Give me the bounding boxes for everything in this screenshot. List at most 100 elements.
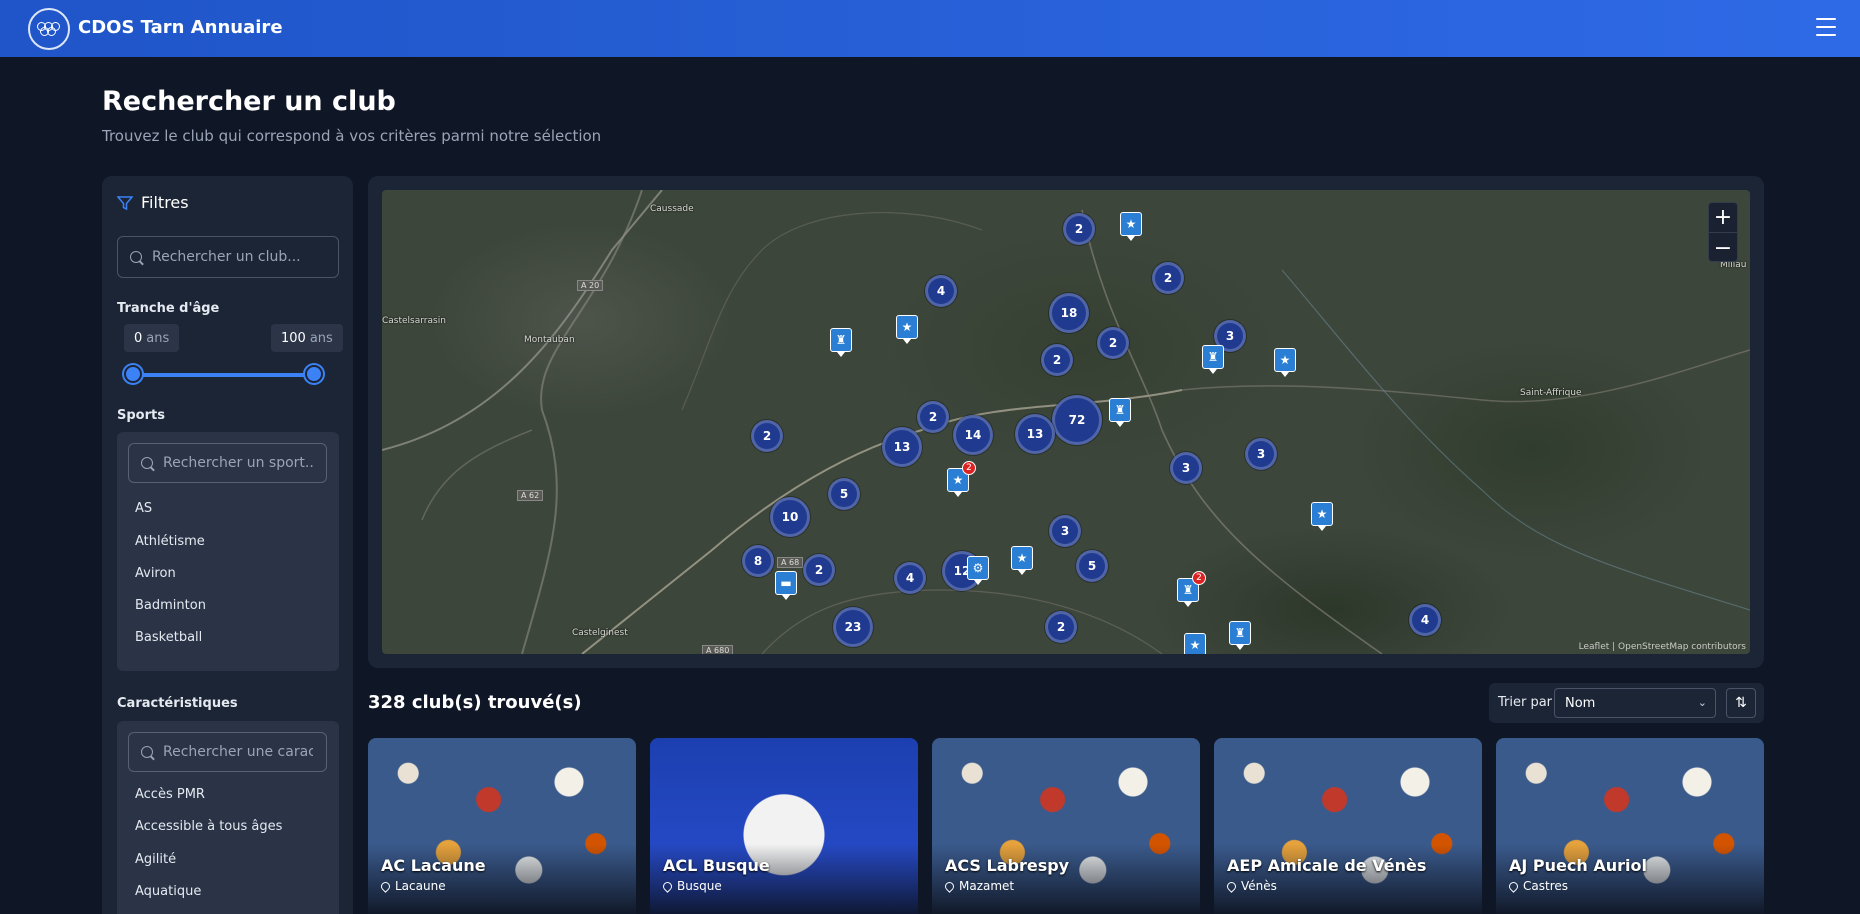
- cdos-logo[interactable]: [28, 8, 70, 50]
- cluster-marker[interactable]: 23: [833, 607, 873, 647]
- sort-direction-icon[interactable]: ⇅: [1726, 688, 1756, 718]
- cluster-marker[interactable]: 5: [828, 478, 860, 510]
- sport-option[interactable]: Aviron: [135, 566, 176, 581]
- location-pin-icon: [661, 879, 674, 893]
- age-range-label: Tranche d'âge: [117, 301, 220, 316]
- map-attribution[interactable]: Leaflet | OpenStreetMap contributors: [1579, 642, 1746, 652]
- filter-icon: [117, 195, 133, 210]
- age-max-unit: ans: [309, 330, 333, 346]
- cluster-marker[interactable]: 18: [1049, 293, 1089, 333]
- search-icon: [130, 251, 142, 263]
- club-city: Busque: [677, 879, 722, 893]
- location-pin-icon: [943, 879, 956, 893]
- running-pin-icon[interactable]: ★: [1274, 348, 1296, 377]
- club-card[interactable]: ACL Busque Busque: [650, 738, 918, 914]
- cycling-pin-icon[interactable]: ⚙: [967, 556, 989, 585]
- cluster-marker[interactable]: 3: [1170, 452, 1202, 484]
- hamburger-menu-icon[interactable]: [1816, 18, 1836, 36]
- feature-option[interactable]: Aquatique: [135, 884, 201, 899]
- club-card[interactable]: AC Lacaune Lacaune: [368, 738, 636, 914]
- running-pin-icon[interactable]: ★: [1311, 502, 1333, 531]
- age-slider-min-thumb[interactable]: [124, 365, 142, 383]
- bench-pin-icon[interactable]: ▬: [775, 571, 797, 600]
- sport-option[interactable]: Athlétisme: [135, 534, 205, 549]
- feature-option[interactable]: Accès PMR: [135, 787, 205, 802]
- age-max-chip: 100 ans: [271, 324, 343, 352]
- search-icon: [141, 457, 153, 469]
- cluster-marker[interactable]: 2: [1063, 213, 1095, 245]
- club-card[interactable]: AJ Puech Auriol Castres: [1496, 738, 1764, 914]
- cluster-marker[interactable]: 5: [1076, 550, 1108, 582]
- sport-search-field[interactable]: [128, 443, 327, 483]
- cluster-marker[interactable]: 4: [894, 562, 926, 594]
- feature-search-field[interactable]: [128, 732, 327, 772]
- club-location: Vénès: [1225, 879, 1277, 893]
- zoom-in-button[interactable]: +: [1709, 203, 1737, 233]
- running-pin-icon[interactable]: ★: [1011, 546, 1033, 575]
- club-card[interactable]: AEP Amicale de Vénès Vénès: [1214, 738, 1482, 914]
- club-location: Busque: [661, 879, 722, 893]
- age-min-chip: 0 ans: [124, 324, 180, 352]
- sport-option[interactable]: Basketball: [135, 630, 202, 645]
- cluster-marker[interactable]: 13: [1015, 414, 1055, 454]
- sort-bar: Trier par Nom ⌄ ⇅: [1489, 683, 1764, 723]
- results-count: 328 club(s) trouvé(s): [368, 692, 582, 713]
- clubs-map[interactable]: Caussade Montauban Castelginest Millau S…: [382, 190, 1750, 654]
- trophy-pin-icon[interactable]: ♜: [830, 328, 852, 357]
- cluster-marker[interactable]: 3: [1049, 515, 1081, 547]
- search-icon: [141, 746, 153, 758]
- sport-option[interactable]: Badminton: [135, 598, 206, 613]
- town-label: Caussade: [650, 204, 694, 214]
- trophy-pin-icon[interactable]: ♜: [1202, 345, 1224, 374]
- map-panel: Caussade Montauban Castelginest Millau S…: [368, 176, 1764, 668]
- running-pin-icon[interactable]: ★: [1184, 633, 1206, 654]
- town-label: Castelginest: [572, 628, 628, 638]
- trophy-pin-icon[interactable]: ♜: [1229, 621, 1251, 650]
- age-slider-max-thumb[interactable]: [305, 365, 323, 383]
- cluster-marker[interactable]: 3: [1245, 438, 1277, 470]
- pin-count-badge: 2: [962, 461, 976, 475]
- filters-panel: Filtres Tranche d'âge 0 ans 100 ans Spor…: [102, 176, 353, 914]
- zoom-out-button[interactable]: −: [1709, 233, 1737, 263]
- feature-option[interactable]: Agilité: [135, 852, 176, 867]
- running-pin-icon[interactable]: ★: [896, 315, 918, 344]
- cluster-marker[interactable]: 4: [1409, 604, 1441, 636]
- location-pin-icon: [379, 879, 392, 893]
- trophy-pin-icon[interactable]: ♜ 2: [1177, 571, 1206, 607]
- club-name: ACS Labrespy: [945, 856, 1070, 875]
- club-name: AJ Puech Auriol: [1509, 856, 1647, 875]
- cluster-marker[interactable]: 2: [751, 420, 783, 452]
- club-card[interactable]: ACS Labrespy Mazamet: [932, 738, 1200, 914]
- brand-title[interactable]: CDOS Tarn Annuaire: [78, 17, 283, 38]
- cluster-marker[interactable]: 13: [882, 427, 922, 467]
- cluster-marker[interactable]: 2: [1097, 327, 1129, 359]
- sport-search-input[interactable]: [163, 455, 313, 471]
- trophy-pin-icon[interactable]: ♜: [1109, 398, 1131, 427]
- club-city: Vénès: [1241, 879, 1277, 893]
- road-label: A 20: [577, 280, 604, 291]
- club-name: ACL Busque: [663, 856, 770, 875]
- cluster-marker[interactable]: 2: [917, 401, 949, 433]
- club-location: Mazamet: [943, 879, 1014, 893]
- running-pin-icon[interactable]: ★: [1120, 212, 1142, 241]
- sort-select[interactable]: Nom ⌄: [1554, 688, 1716, 718]
- cluster-marker[interactable]: 10: [770, 497, 810, 537]
- cluster-marker[interactable]: 2: [803, 554, 835, 586]
- age-max-value: 100: [281, 330, 306, 346]
- sort-label: Trier par: [1498, 695, 1553, 710]
- age-slider-track[interactable]: [124, 373, 314, 377]
- cluster-marker[interactable]: 14: [953, 415, 993, 455]
- cluster-marker[interactable]: 4: [925, 275, 957, 307]
- cluster-marker[interactable]: 8: [742, 545, 774, 577]
- cluster-marker[interactable]: 2: [1152, 262, 1184, 294]
- cluster-marker[interactable]: 2: [1041, 344, 1073, 376]
- feature-option[interactable]: Accessible à tous âges: [135, 819, 282, 834]
- filters-header: Filtres: [117, 193, 189, 212]
- sport-option[interactable]: AS: [135, 501, 152, 516]
- feature-search-input[interactable]: [163, 744, 313, 760]
- cluster-marker[interactable]: 72: [1052, 395, 1102, 445]
- running-pin-icon[interactable]: ★ 2: [947, 461, 976, 497]
- club-search-field[interactable]: [117, 236, 339, 278]
- cluster-marker[interactable]: 2: [1045, 611, 1077, 643]
- club-search-input[interactable]: [152, 249, 327, 265]
